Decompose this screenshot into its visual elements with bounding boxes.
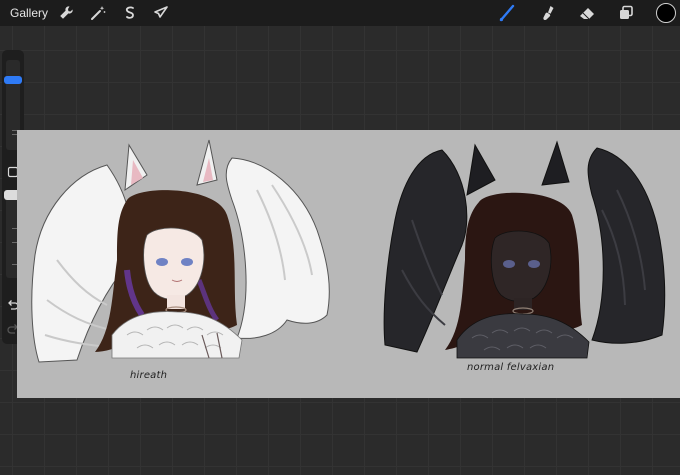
- magic-wand-icon[interactable]: [88, 3, 108, 23]
- brush-size-handle[interactable]: [4, 76, 22, 85]
- gallery-button[interactable]: Gallery: [10, 6, 48, 20]
- transform-arrow-icon[interactable]: [152, 3, 172, 23]
- right-character-art: [383, 140, 666, 359]
- top-toolbar: Gallery: [0, 0, 680, 26]
- artwork: [31, 139, 666, 363]
- left-character-art: [31, 139, 330, 363]
- eraser-icon[interactable]: [577, 3, 597, 23]
- drawing-canvas[interactable]: hireath normal felvaxian: [17, 130, 680, 398]
- right-character-label: normal felvaxian: [467, 362, 555, 373]
- selection-icon[interactable]: [120, 3, 140, 23]
- smudge-icon[interactable]: [537, 3, 557, 23]
- wrench-icon[interactable]: [56, 3, 76, 23]
- color-picker-button[interactable]: [656, 3, 676, 23]
- layers-icon[interactable]: [616, 3, 636, 23]
- left-character-label: hireath: [130, 370, 168, 381]
- brush-icon[interactable]: [497, 3, 517, 23]
